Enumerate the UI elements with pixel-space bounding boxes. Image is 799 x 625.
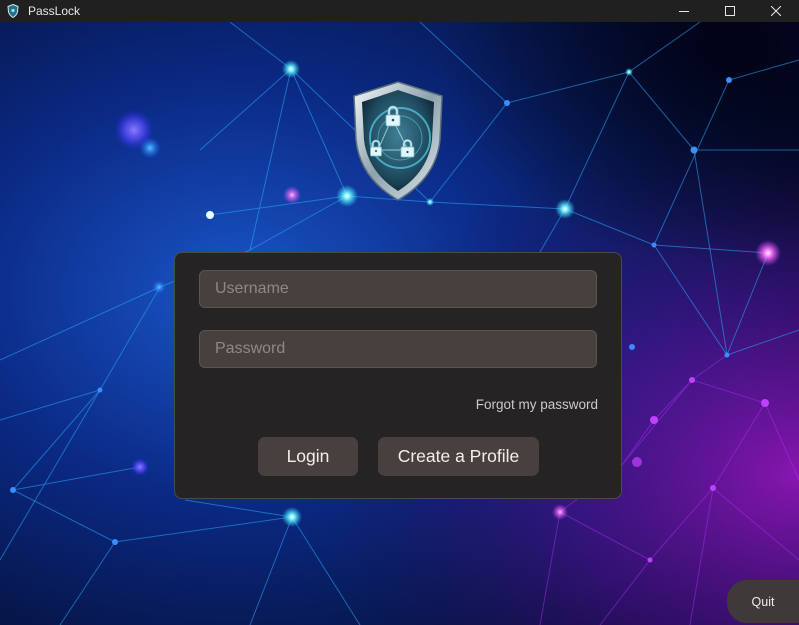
quit-button[interactable]: Quit [727,580,799,623]
shield-icon [7,3,21,19]
maximize-icon[interactable] [707,0,753,22]
login-form: Forgot my password Login Create a Profil… [174,252,622,499]
close-icon[interactable] [753,0,799,22]
password-input[interactable] [199,330,597,368]
window-title: PassLock [28,4,81,18]
login-button[interactable]: Login [258,437,358,476]
app-window: PassLock Username Forgot my password Log… [0,0,799,625]
shield-lock-icon [348,78,448,204]
forgot-password-link[interactable]: Forgot my password [476,397,598,412]
username-input[interactable] [199,270,597,308]
create-profile-button[interactable]: Create a Profile [378,437,539,476]
title-bar[interactable]: PassLock [0,0,799,22]
window-controls [661,0,799,22]
minimize-icon[interactable] [661,0,707,22]
